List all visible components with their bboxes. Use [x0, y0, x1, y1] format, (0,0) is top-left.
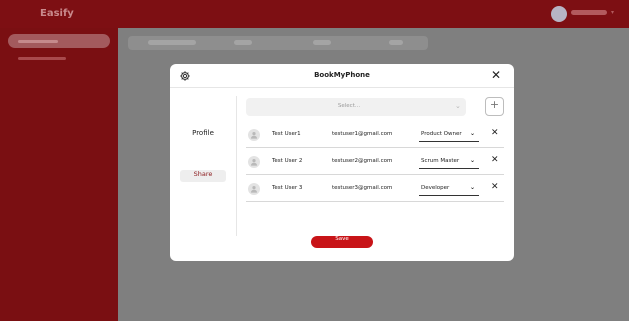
background-tab-placeholder — [313, 40, 331, 45]
close-icon[interactable]: ✕ — [491, 69, 501, 81]
tab-share[interactable]: Share — [180, 170, 226, 182]
background-tab-placeholder — [234, 40, 252, 45]
shared-user-row: Test User 3 testuser3@gmail.com Develope… — [246, 178, 504, 202]
chevron-down-icon: ⌄ — [455, 102, 461, 110]
user-email: testuser2@gmail.com — [332, 158, 393, 164]
shared-user-row: Test User 2 testuser2@gmail.com Scrum Ma… — [246, 151, 504, 175]
user-name: Test User1 — [272, 131, 301, 137]
user-email: testuser3@gmail.com — [332, 185, 393, 191]
role-select[interactable]: Scrum Master ⌄ — [419, 155, 479, 169]
sidebar-item-placeholder[interactable] — [18, 57, 66, 60]
account-avatar[interactable] — [551, 6, 567, 22]
role-select[interactable]: Developer ⌄ — [419, 182, 479, 196]
user-email: testuser1@gmail.com — [332, 131, 393, 137]
modal-divider — [236, 96, 237, 236]
modal-title: BookMyPhone — [314, 71, 370, 79]
user-select-placeholder: Select... — [337, 103, 361, 109]
modal-header: BookMyPhone ✕ — [170, 64, 514, 88]
role-value: Product Owner — [421, 131, 462, 137]
user-avatar-icon — [248, 129, 260, 141]
background-tab-placeholder — [148, 40, 196, 45]
background-tab-placeholder — [389, 40, 403, 45]
shared-user-row: Test User1 testuser1@gmail.com Product O… — [246, 124, 504, 148]
remove-user-button[interactable]: ✕ — [491, 128, 499, 138]
remove-user-button[interactable]: ✕ — [491, 155, 499, 165]
save-button[interactable]: Save — [311, 236, 373, 248]
user-avatar-icon — [248, 156, 260, 168]
role-value: Developer — [421, 185, 450, 191]
remove-user-button[interactable]: ✕ — [491, 182, 499, 192]
sidebar-item-active-label-placeholder — [18, 40, 58, 43]
user-name: Test User 2 — [272, 158, 303, 164]
top-bar: Easify ▾ — [0, 0, 629, 28]
account-name-placeholder[interactable] — [571, 10, 607, 15]
tab-profile[interactable]: Profile — [180, 129, 226, 137]
add-user-button[interactable]: + — [485, 97, 504, 116]
chevron-down-icon: ⌄ — [470, 184, 476, 191]
role-value: Scrum Master — [421, 158, 460, 164]
account-caret-icon[interactable]: ▾ — [611, 9, 614, 16]
role-select[interactable]: Product Owner ⌄ — [419, 128, 479, 142]
user-name: Test User 3 — [272, 185, 303, 191]
sidebar — [0, 28, 118, 321]
share-modal: BookMyPhone ✕ Profile Share Select... ⌄ … — [170, 64, 514, 261]
user-avatar-icon — [248, 183, 260, 195]
chevron-down-icon: ⌄ — [470, 130, 476, 137]
app-logo: Easify — [40, 8, 74, 19]
user-select-dropdown[interactable]: Select... ⌄ — [246, 98, 466, 116]
chevron-down-icon: ⌄ — [470, 157, 476, 164]
